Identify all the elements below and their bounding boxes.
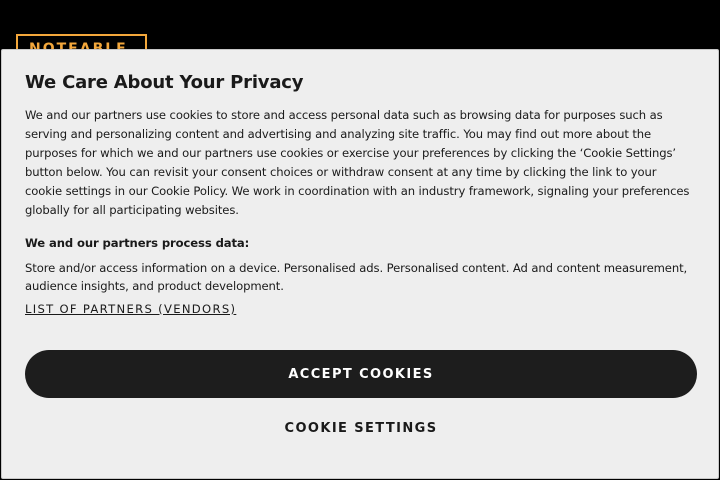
- vendors-list-link[interactable]: LIST OF PARTNERS (VENDORS): [25, 302, 236, 316]
- accept-cookies-button[interactable]: ACCEPT COOKIES: [25, 350, 697, 398]
- cookie-consent-banner: We Care About Your Privacy We and our pa…: [1, 49, 719, 479]
- consent-title: We Care About Your Privacy: [25, 72, 304, 93]
- process-data-text: Store and/or access information on a dev…: [25, 261, 688, 293]
- cookie-settings-button[interactable]: COOKIE SETTINGS: [25, 412, 697, 444]
- consent-policy-text: We and our partners use cookies to store…: [25, 108, 690, 217]
- process-data-heading: We and our partners process data:: [25, 236, 250, 250]
